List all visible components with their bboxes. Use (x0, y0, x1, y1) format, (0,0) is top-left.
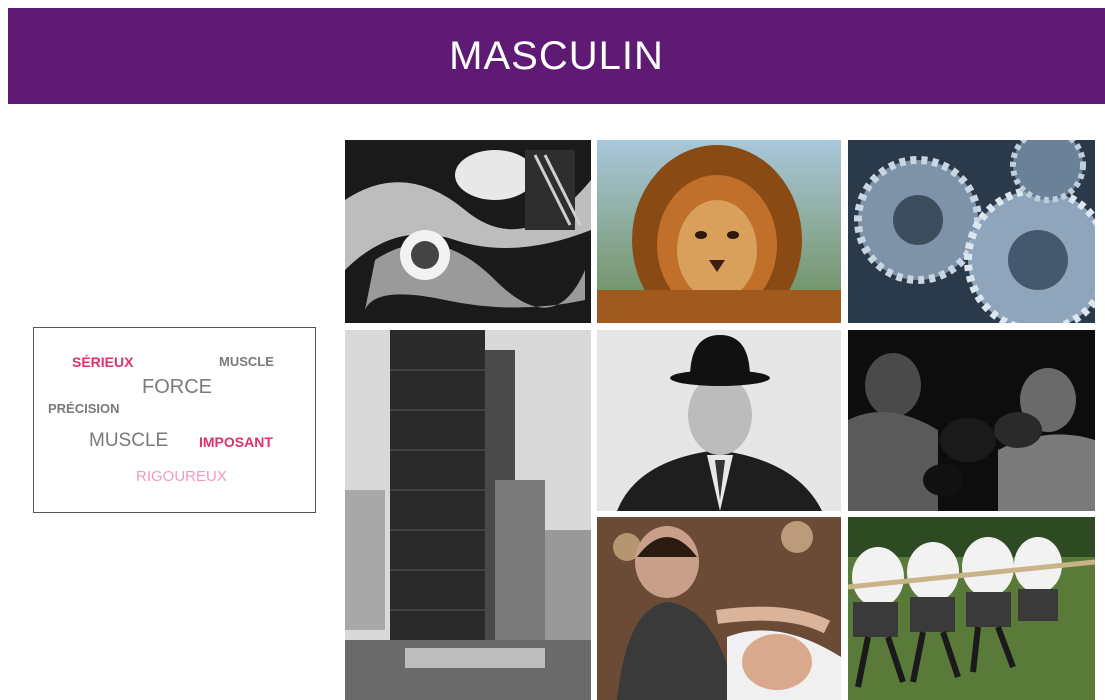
boxing-photo (848, 330, 1095, 511)
lion-photo (597, 140, 841, 323)
keyword-muscle-large: MUSCLE (89, 430, 169, 451)
gears-photo (848, 140, 1095, 323)
barber-shaving-photo (597, 517, 841, 700)
skyscraper-photo (345, 330, 591, 700)
keyword-rigoureux: RIGOUREUX (136, 468, 227, 485)
page-title: MASCULIN (449, 33, 664, 78)
header-banner: MASCULIN (8, 8, 1105, 104)
keyword-imposant: IMPOSANT (199, 434, 273, 450)
tug-of-war-photo (848, 517, 1095, 700)
bowler-hat-man-photo (597, 330, 841, 511)
keyword-force: FORCE (142, 376, 212, 398)
keyword-precision: PRÉCISION (48, 401, 120, 416)
keyword-box: SÉRIEUX MUSCLE FORCE PRÉCISION MUSCLE IM… (33, 327, 316, 513)
keyword-muscle-small: MUSCLE (219, 354, 274, 369)
keyword-serieux: SÉRIEUX (72, 354, 134, 370)
motorcycle-chrome-photo (345, 140, 591, 323)
